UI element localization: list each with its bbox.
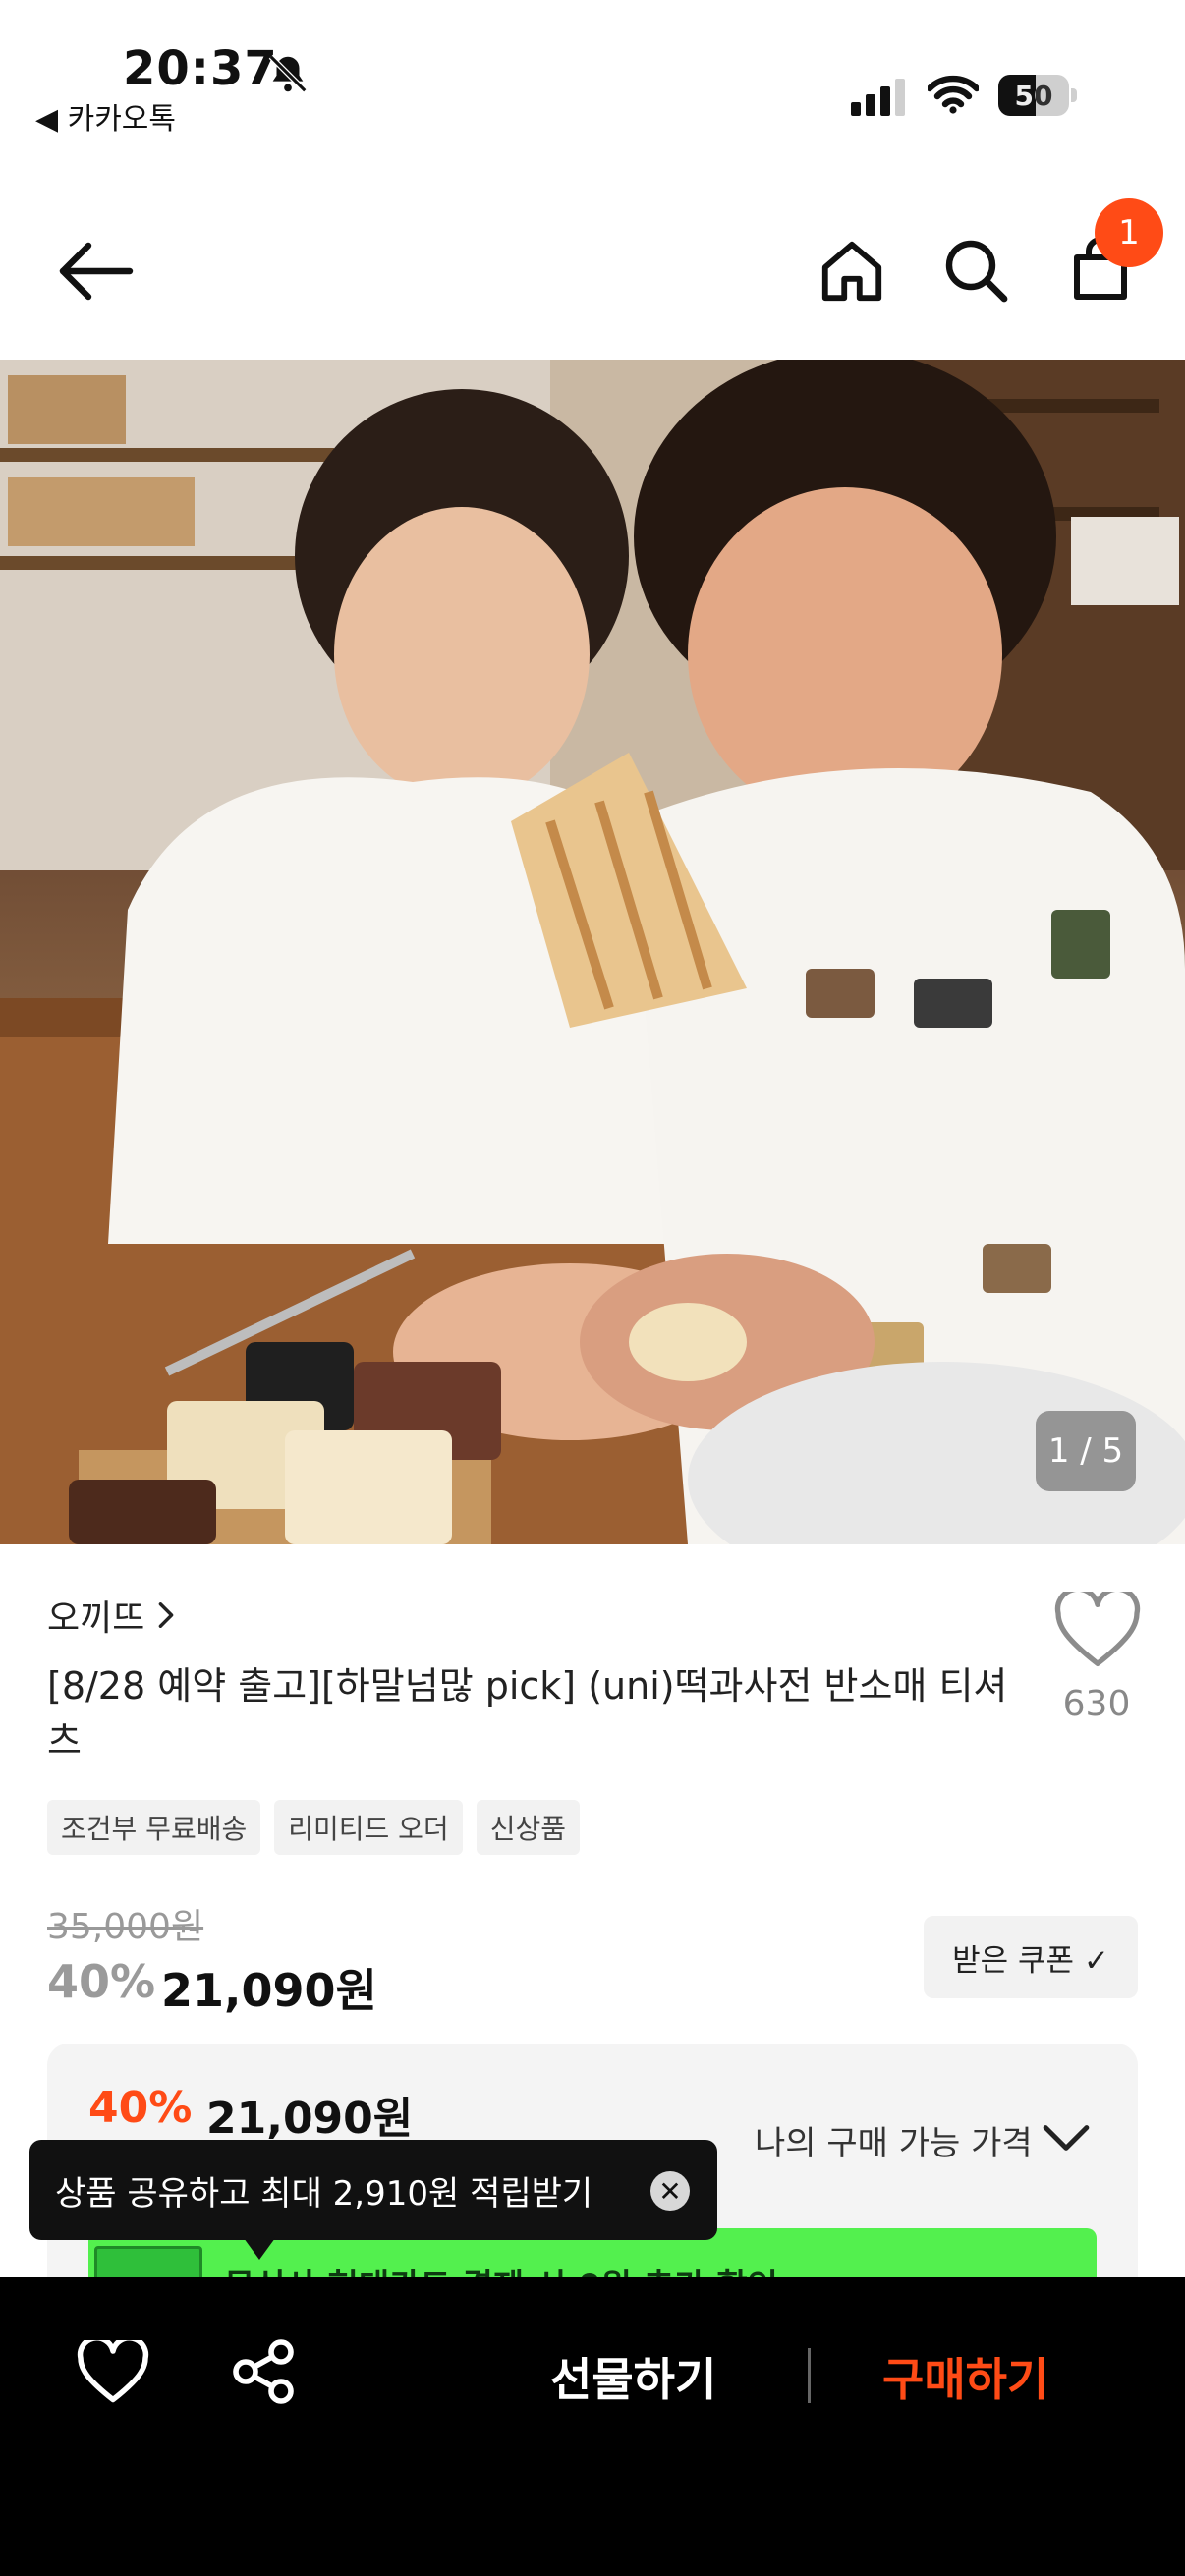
tag-limited-order: 리미티드 오더 xyxy=(274,1800,463,1855)
gift-button[interactable]: 선물하기 xyxy=(550,2344,716,2409)
my-price-value: 21,090원 xyxy=(206,2094,414,2144)
bell-muted-icon xyxy=(268,54,308,93)
product-title: [8/28 예약 출고][하말넘많 pick] (uni)떡과사전 반소매 티셔… xyxy=(47,1664,1008,1763)
buy-button[interactable]: 구매하기 xyxy=(882,2344,1048,2409)
back-arrow-icon[interactable] xyxy=(55,236,134,307)
chevron-down-icon[interactable] xyxy=(1042,2118,1091,2157)
received-coupon-button[interactable]: 받은 쿠폰 ✓ xyxy=(924,1916,1138,1998)
like-heart-icon[interactable] xyxy=(1053,1592,1142,1670)
like-count: 630 xyxy=(1062,1684,1131,1724)
search-icon[interactable] xyxy=(939,234,1010,305)
chevron-right-icon xyxy=(159,1602,174,1628)
signal-icon xyxy=(851,79,905,116)
product-image[interactable] xyxy=(0,360,1185,1544)
wishlist-heart-icon[interactable] xyxy=(77,2340,149,2405)
cart-count-badge: 1 xyxy=(1095,198,1163,267)
tooltip-close-icon[interactable]: ✕ xyxy=(650,2171,690,2211)
battery-icon: 50 xyxy=(998,75,1079,116)
discount-rate: 40% xyxy=(47,1955,156,2008)
wifi-icon xyxy=(928,75,979,114)
sale-price: 21,090원 xyxy=(161,1964,377,2017)
home-icon[interactable] xyxy=(818,236,886,307)
original-price: 35,000원 xyxy=(47,1907,204,1947)
share-icon[interactable] xyxy=(228,2336,299,2407)
my-price-discount: 40% xyxy=(88,2083,193,2133)
status-time: 20:37 xyxy=(123,41,278,96)
my-price-toggle-label[interactable]: 나의 구매 가능 가격 xyxy=(755,2116,1033,2164)
battery-level: 50 xyxy=(1014,79,1053,112)
tag-new: 신상품 xyxy=(476,1800,580,1855)
back-to-app-link[interactable]: ◀ 카카오톡 xyxy=(35,94,176,138)
tooltip-arrow xyxy=(244,2238,275,2260)
product-photo-illustration xyxy=(0,360,1185,1544)
image-pager: 1 / 5 xyxy=(1036,1411,1136,1491)
tooltip-text: 상품 공유하고 최대 2,910원 적립받기 xyxy=(55,2173,593,2213)
bottom-action-bar xyxy=(0,2277,1185,2576)
product-tags: 조건부 무료배송 리미티드 오더 신상품 xyxy=(47,1800,580,1855)
tag-free-shipping: 조건부 무료배송 xyxy=(47,1800,261,1855)
bottom-divider xyxy=(808,2348,811,2403)
brand-name: 오끼뜨 xyxy=(47,1598,145,1639)
brand-link[interactable]: 오끼뜨 xyxy=(47,1590,176,1641)
share-reward-tooltip: 상품 공유하고 최대 2,910원 적립받기 xyxy=(29,2140,717,2240)
